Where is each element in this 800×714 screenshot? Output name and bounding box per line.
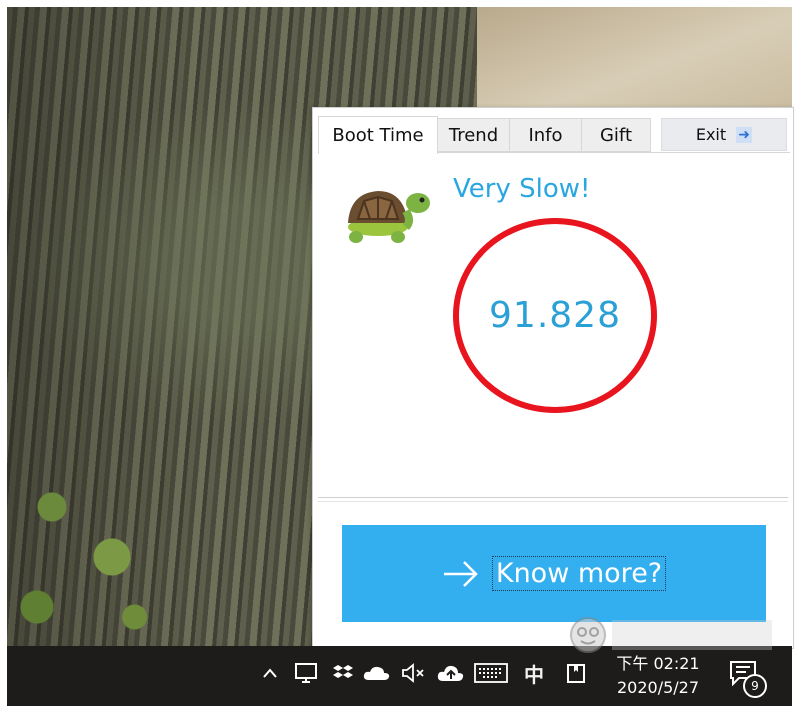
watermark-logo (570, 617, 772, 653)
onedrive-icon[interactable] (363, 660, 391, 686)
tab-trend[interactable]: Trend (437, 118, 510, 152)
wallpaper-leaves (7, 447, 157, 647)
boot-time-popup: Boot Time Trend Info Gift Exit ➜ Very Sl… (312, 107, 794, 649)
status-text: Very Slow! (453, 174, 591, 204)
boot-time-panel: Very Slow! 91.828 (318, 154, 788, 498)
turtle-icon (348, 191, 430, 243)
dropbox-icon[interactable] (331, 660, 355, 686)
cloud-upload-icon[interactable] (437, 660, 465, 686)
wallpaper-background (477, 7, 792, 117)
arrow-right-icon (443, 560, 478, 587)
know-more-label: Know more? (491, 556, 667, 591)
notification-center-button[interactable]: 9 (729, 660, 771, 700)
ime-indicator[interactable]: 中 (521, 660, 547, 687)
keyboard-icon[interactable] (473, 660, 509, 686)
know-more-button[interactable]: Know more? (342, 525, 766, 622)
clock-date: 2020/5/27 (616, 678, 700, 697)
chevron-up-icon[interactable] (259, 660, 281, 686)
speaker-muted-icon[interactable] (401, 660, 427, 686)
tab-info[interactable]: Info (509, 118, 582, 152)
tab-boot-time[interactable]: Boot Time (318, 116, 438, 154)
exit-label: Exit (695, 125, 727, 144)
tab-gift[interactable]: Gift (581, 118, 651, 152)
arrow-right-icon: ➜ (736, 126, 753, 143)
network-icon[interactable] (293, 660, 319, 686)
section-divider (318, 497, 788, 498)
boot-time-value: 91.828 (489, 295, 621, 336)
notification-badge: 9 (743, 674, 767, 698)
boot-time-ring: 91.828 (453, 218, 657, 413)
exit-button[interactable]: Exit ➜ (661, 118, 787, 151)
